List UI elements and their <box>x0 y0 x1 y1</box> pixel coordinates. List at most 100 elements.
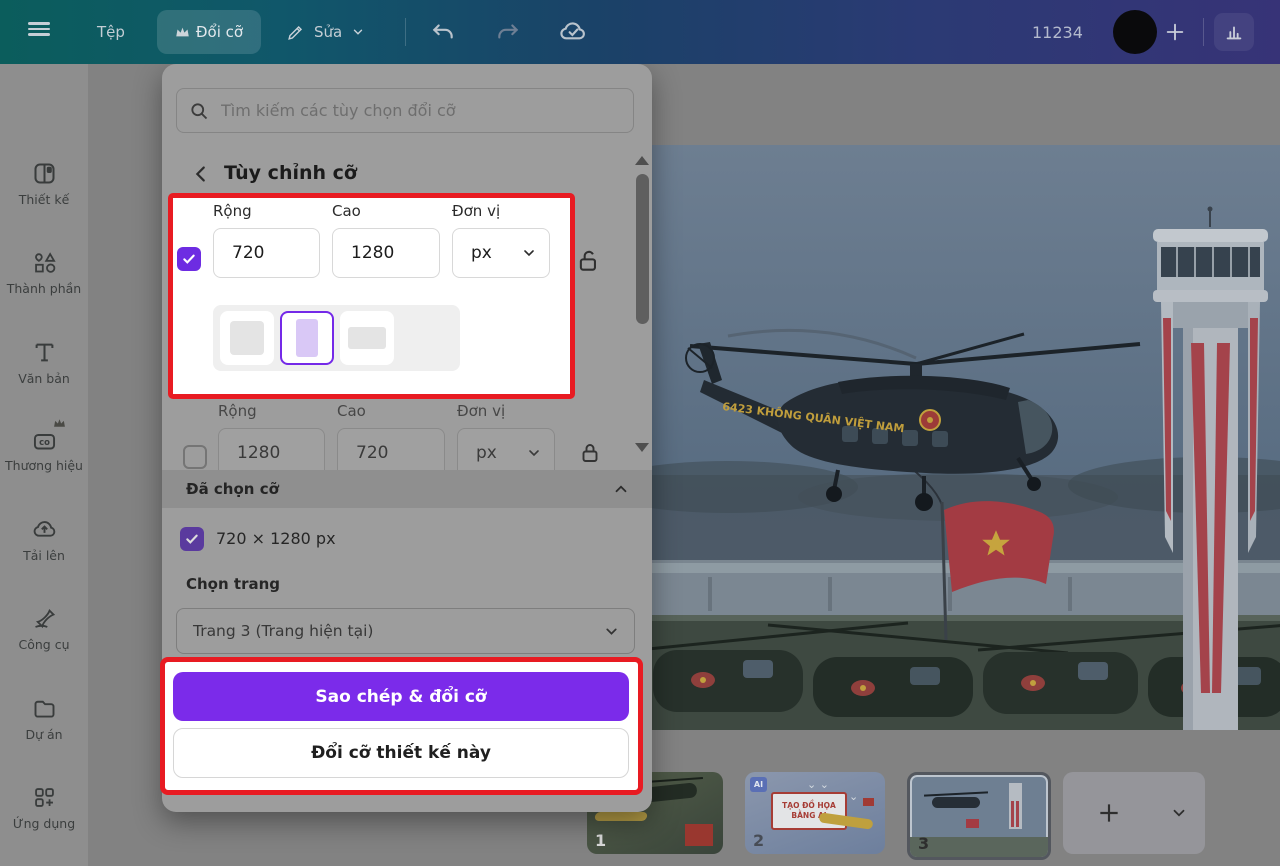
resize-search-box[interactable] <box>176 88 634 133</box>
pencil-icon <box>286 23 305 42</box>
resize-panel: Tùy chỉnh cỡ Rộng Cao Đơn vị px <box>162 64 652 812</box>
redo-icon <box>495 19 521 45</box>
landscape-shape <box>348 327 386 349</box>
toolbar-divider <box>1203 18 1204 46</box>
copy-and-resize-button[interactable]: Sao chép & đổi cỡ <box>173 672 629 721</box>
thumb3-rotor <box>924 791 988 796</box>
svg-text:co: co <box>39 437 50 447</box>
file-menu-button[interactable]: Tệp <box>97 0 125 64</box>
page-options-button[interactable] <box>1159 793 1199 833</box>
chevron-down-icon <box>521 245 537 261</box>
undo-icon <box>430 19 456 45</box>
scroll-up-arrow[interactable] <box>635 156 649 165</box>
redo-button[interactable] <box>495 0 521 64</box>
square-shape <box>230 321 264 355</box>
thumb1-plane <box>594 812 648 821</box>
orientation-landscape-button[interactable] <box>340 311 394 365</box>
design-icon <box>31 160 58 187</box>
sidebar-item-uploads[interactable]: Tải lên <box>0 516 88 563</box>
thumb3-flag <box>966 819 979 828</box>
plus-icon <box>1164 21 1186 43</box>
chevron-down-icon <box>526 445 542 461</box>
orientation-portrait-button[interactable] <box>280 311 334 365</box>
shapes-icon <box>31 249 58 276</box>
cloud-check-icon <box>558 17 588 47</box>
page-select-label: Chọn trang <box>186 575 280 593</box>
selected-size-checkbox[interactable] <box>180 527 204 551</box>
thumb3-ground <box>910 837 1048 857</box>
sidebar-item-label: Thiết kế <box>0 192 88 207</box>
ai-badge: AI <box>750 777 767 792</box>
sidebar-item-label: Văn bản <box>0 371 88 386</box>
highlight-custom-size: Rộng Cao Đơn vị px <box>168 193 575 399</box>
size-row1-checkbox[interactable] <box>177 247 201 271</box>
top-bar: Tệp Đổi cỡ Sửa 11234 <box>0 0 1280 64</box>
main-menu-button[interactable] <box>28 0 50 83</box>
thumb1-banner <box>685 824 713 846</box>
chevron-left-icon <box>190 163 212 185</box>
orientation-square-button[interactable] <box>220 311 274 365</box>
sidebar-item-label: Ứng dụng <box>0 816 88 831</box>
unit-label-2: Đơn vị <box>457 402 505 420</box>
selected-size-label: 720 × 1280 px <box>216 529 336 548</box>
edit-menu-button[interactable]: Sửa <box>286 0 365 64</box>
back-button[interactable] <box>190 163 212 185</box>
sidebar-item-label: Thành phần <box>0 281 88 296</box>
crown-icon <box>53 418 66 428</box>
scrollbar-thumb[interactable] <box>636 174 649 324</box>
thumb3-tower-stripe2 <box>1011 801 1014 827</box>
sidebar-item-label: Dự án <box>0 727 88 742</box>
scroll-down-arrow[interactable] <box>635 443 649 452</box>
sidebar-item-projects[interactable]: Dự án <box>0 695 88 742</box>
page-select-dropdown[interactable]: Trang 3 (Trang hiện tại) <box>176 608 635 654</box>
thumb3-tower-stripe <box>1016 801 1019 827</box>
toolbar-divider <box>405 18 406 46</box>
avatar[interactable] <box>1113 10 1157 54</box>
edit-menu-label: Sửa <box>314 23 342 41</box>
height-label: Cao <box>332 202 361 220</box>
page-thumbnail-3-selected[interactable]: 3 <box>907 772 1051 860</box>
width-label: Rộng <box>213 202 252 220</box>
resize-search-input[interactable] <box>219 100 621 121</box>
sidebar-item-label: Công cụ <box>0 637 88 652</box>
lock-icon[interactable] <box>579 441 603 465</box>
unlock-icon[interactable] <box>576 248 602 274</box>
sidebar-item-brand[interactable]: co Thương hiệu <box>0 426 88 473</box>
page-thumbnail-2[interactable]: AI ⌄ ⌄ ⌄ TẠO ĐỒ HỌA BẰNG AI 2 <box>745 772 885 854</box>
section-title: Đã chọn cỡ <box>186 480 279 498</box>
sidebar-item-label: Thương hiệu <box>0 458 88 473</box>
chevron-up-icon <box>612 480 630 498</box>
add-page-button-group <box>1063 772 1205 854</box>
menu-icon-bar <box>28 28 50 31</box>
add-member-button[interactable] <box>1164 0 1186 64</box>
selected-sizes-section-header[interactable]: Đã chọn cỡ <box>162 470 652 508</box>
sidebar-item-design[interactable]: Thiết kế <box>0 160 88 207</box>
check-icon <box>181 251 197 267</box>
app-window: 6423 KHÔNG QUÂN VIỆT NAM 1 AI ⌄ ⌄ ⌄ TẠO … <box>0 0 1280 866</box>
thumb2-flag <box>863 798 874 806</box>
resize-menu-button[interactable]: Đổi cỡ <box>157 10 261 54</box>
unit-label: Đơn vị <box>452 202 500 220</box>
height-input[interactable] <box>332 228 440 278</box>
size-row2-checkbox[interactable] <box>183 445 207 469</box>
apps-grid-icon <box>31 784 58 811</box>
sidebar-item-elements[interactable]: Thành phần <box>0 249 88 296</box>
design-canvas[interactable]: 6423 KHÔNG QUÂN VIỆT NAM <box>648 145 1280 730</box>
resize-menu-label: Đổi cỡ <box>196 23 243 41</box>
brand-kit-icon: co <box>31 426 58 453</box>
resize-this-design-button[interactable]: Đổi cỡ thiết kế này <box>173 728 629 778</box>
insights-button[interactable] <box>1214 13 1254 51</box>
width-input[interactable] <box>213 228 320 278</box>
sidebar-item-apps[interactable]: Ứng dụng <box>0 784 88 831</box>
sidebar-item-tools[interactable]: Công cụ <box>0 605 88 652</box>
unit-select[interactable]: px <box>452 228 550 278</box>
undo-button[interactable] <box>430 0 456 64</box>
add-page-button[interactable] <box>1089 793 1129 833</box>
cloud-save-status[interactable] <box>558 0 588 64</box>
unit-value: px <box>471 243 492 263</box>
height-label-2: Cao <box>337 402 366 420</box>
view-counter: 11234 <box>1032 0 1083 64</box>
sidebar-item-text[interactable]: Văn bản <box>0 339 88 386</box>
thumb2-doves: ⌄ ⌄ <box>807 778 829 791</box>
page-number: 2 <box>753 831 764 850</box>
